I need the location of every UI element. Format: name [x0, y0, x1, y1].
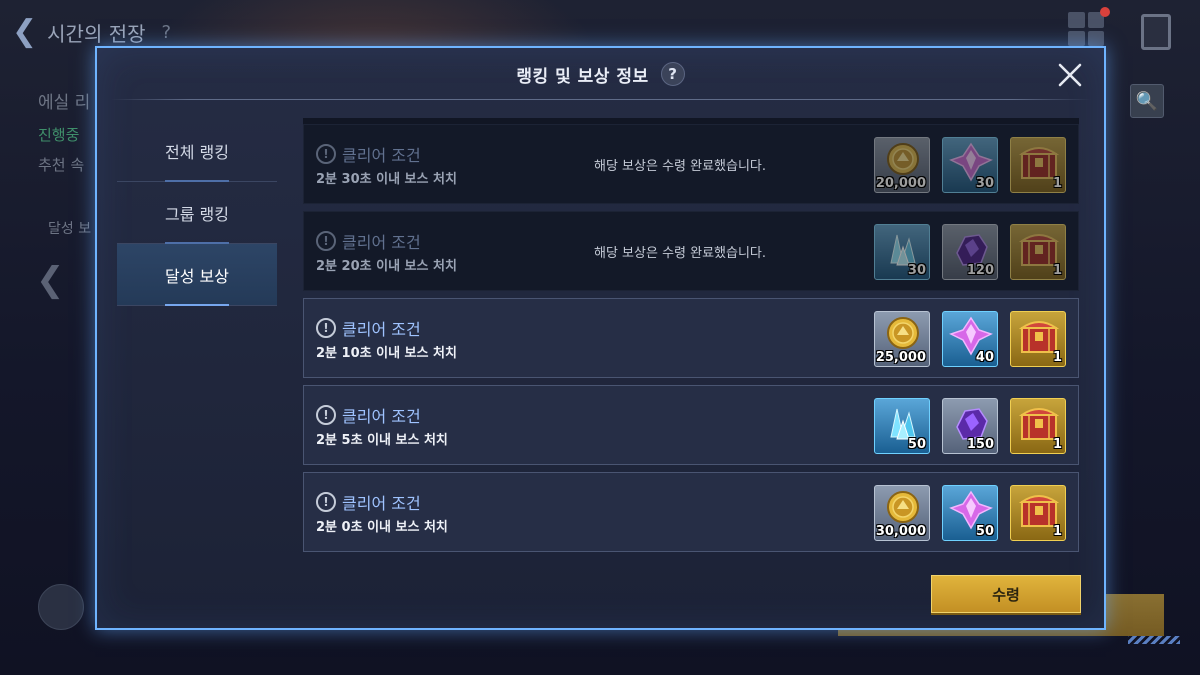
- reward-condition: ! 클리어 조건: [316, 490, 421, 514]
- background-side-status: 진행중: [38, 126, 80, 144]
- tab-overall-ranking[interactable]: 전체 랭킹: [117, 120, 277, 182]
- reward-item[interactable]: 1: [1010, 137, 1066, 193]
- reward-item-quantity: 50: [907, 437, 926, 452]
- reward-item[interactable]: 40: [942, 311, 998, 367]
- reward-condition-label: 클리어 조건: [342, 233, 421, 252]
- reward-item-quantity: 1: [1052, 524, 1062, 539]
- reward-item[interactable]: 50: [942, 485, 998, 541]
- reward-condition-description: 2분 10초 이내 보스 처치: [316, 346, 457, 361]
- reward-item-quantity: 20,000: [875, 176, 926, 191]
- screen-title: 시간의 전장: [47, 21, 146, 46]
- reward-condition-label: 클리어 조건: [342, 494, 421, 513]
- reward-item-quantity: 30: [975, 176, 994, 191]
- reward-item-quantity: 30: [907, 263, 926, 278]
- reward-item[interactable]: 1: [1010, 224, 1066, 280]
- background-stripe-decoration: [1128, 636, 1180, 644]
- reward-item-quantity: 50: [975, 524, 994, 539]
- reward-item[interactable]: 25,000: [874, 311, 930, 367]
- modal-title: 랭킹 및 보상 정보: [516, 66, 649, 87]
- tab-achievement-reward[interactable]: 달성 보상: [117, 244, 277, 306]
- reward-item-quantity: 30,000: [875, 524, 926, 539]
- tab-list: 전체 랭킹 그룹 랭킹 달성 보상: [117, 120, 277, 306]
- reward-item-list: 25,000 40 1: [874, 311, 1066, 367]
- reward-list[interactable]: ! 클리어 조건 2분 30초 이내 보스 처치 해당 보상은 수령 완료했습니다. 2…: [303, 118, 1079, 562]
- reward-condition-label: 클리어 조건: [342, 407, 421, 426]
- background-menu-button: [38, 584, 84, 630]
- reward-item[interactable]: 120: [942, 224, 998, 280]
- screen-help-icon[interactable]: ?: [162, 22, 172, 43]
- reward-item-list: 30 120 1: [874, 224, 1066, 280]
- reward-row[interactable]: ! 클리어 조건 2분 0초 이내 보스 처치 30,000 50 1: [303, 472, 1079, 552]
- close-icon[interactable]: [1057, 62, 1083, 88]
- tab-group-ranking[interactable]: 그룹 랭킹: [117, 182, 277, 244]
- reward-item-quantity: 40: [975, 350, 994, 365]
- reward-condition: ! 클리어 조건: [316, 316, 421, 340]
- reward-item-list: 30,000 50 1: [874, 485, 1066, 541]
- reward-condition-description: 2분 20초 이내 보스 처치: [316, 259, 457, 274]
- alert-icon: !: [316, 492, 336, 512]
- notification-badge: [1100, 7, 1110, 17]
- modal-header: 랭킹 및 보상 정보 ?: [97, 48, 1104, 100]
- menu-grid-icon[interactable]: [1068, 12, 1104, 46]
- header-divider: [111, 99, 1091, 100]
- background-side-tab: 달성 보: [48, 221, 92, 237]
- reward-item-quantity: 1: [1052, 437, 1062, 452]
- reward-item-list: 50 150 1: [874, 398, 1066, 454]
- reward-item-quantity: 120: [966, 263, 994, 278]
- reward-condition-description: 2분 0초 이내 보스 처치: [316, 520, 448, 535]
- reward-claimed-status: 해당 보상은 수령 완료했습니다.: [594, 246, 767, 261]
- reward-row[interactable]: ! 클리어 조건 2분 5초 이내 보스 처치 50 150 1: [303, 385, 1079, 465]
- reward-item[interactable]: 150: [942, 398, 998, 454]
- reward-item-quantity: 1: [1052, 263, 1062, 278]
- reward-item-quantity: 1: [1052, 176, 1062, 191]
- reward-item[interactable]: 30: [874, 224, 930, 280]
- back-arrow-icon[interactable]: ❮: [12, 17, 37, 47]
- reward-condition-description: 2분 30초 이내 보스 처치: [316, 172, 457, 187]
- reward-row[interactable]: ! 클리어 조건 2분 30초 이내 보스 처치 해당 보상은 수령 완료했습니다. 2…: [303, 124, 1079, 204]
- help-icon[interactable]: ?: [660, 62, 685, 86]
- alert-icon: !: [316, 144, 336, 164]
- reward-item[interactable]: 1: [1010, 485, 1066, 541]
- claim-button[interactable]: 수령: [931, 575, 1081, 613]
- reward-item[interactable]: 30,000: [874, 485, 930, 541]
- alert-icon: !: [316, 405, 336, 425]
- reward-condition: ! 클리어 조건: [316, 142, 421, 166]
- alert-icon: !: [316, 231, 336, 251]
- reward-condition-label: 클리어 조건: [342, 320, 421, 339]
- reward-condition-label: 클리어 조건: [342, 146, 421, 165]
- reward-claimed-status: 해당 보상은 수령 완료했습니다.: [594, 159, 767, 174]
- search-icon[interactable]: 🔍: [1130, 84, 1164, 118]
- reward-item-quantity: 150: [966, 437, 994, 452]
- reward-condition-description: 2분 5초 이내 보스 처치: [316, 433, 448, 448]
- reward-item[interactable]: 30: [942, 137, 998, 193]
- exit-door-icon[interactable]: [1141, 14, 1171, 50]
- reward-row[interactable]: ! 클리어 조건 2분 10초 이내 보스 처치 25,000 40 1: [303, 298, 1079, 378]
- background-left-arrow-icon: ❮: [36, 260, 65, 300]
- reward-item[interactable]: 1: [1010, 311, 1066, 367]
- background-side-title: 에실 리: [38, 93, 91, 113]
- alert-icon: !: [316, 318, 336, 338]
- reward-item[interactable]: 20,000: [874, 137, 930, 193]
- reward-item-quantity: 1: [1052, 350, 1062, 365]
- reward-condition: ! 클리어 조건: [316, 403, 421, 427]
- ranking-reward-modal: 랭킹 및 보상 정보 ? 전체 랭킹 그룹 랭킹 달성 보상 ! 클리어 조건 2분…: [95, 46, 1106, 630]
- reward-item[interactable]: 50: [874, 398, 930, 454]
- reward-item-quantity: 25,000: [875, 350, 926, 365]
- background-side-recommend: 추천 속: [38, 156, 85, 174]
- reward-row[interactable]: ! 클리어 조건 2분 20초 이내 보스 처치 해당 보상은 수령 완료했습니다. 3…: [303, 211, 1079, 291]
- reward-item[interactable]: 1: [1010, 398, 1066, 454]
- reward-item-list: 20,000 30 1: [874, 137, 1066, 193]
- reward-condition: ! 클리어 조건: [316, 229, 421, 253]
